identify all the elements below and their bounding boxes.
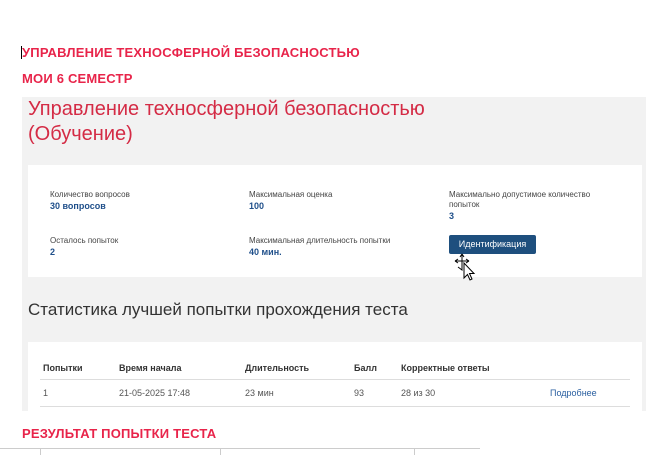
max-duration-field: Максимальная длительность попытки 40 мин…	[249, 236, 390, 258]
test-info-card: Количество вопросов 30 вопросов Максимал…	[28, 165, 642, 277]
questions-count-label: Количество вопросов	[50, 190, 130, 199]
cell-score: 93	[354, 388, 365, 398]
identification-button[interactable]: Идентификация	[449, 235, 536, 254]
max-score-value: 100	[249, 201, 265, 211]
column-header-score: Балл	[354, 363, 377, 373]
questions-count-value: 30 вопросов	[50, 201, 106, 211]
column-header-attempts: Попытки	[43, 363, 83, 373]
table-column-divider	[414, 449, 415, 455]
column-header-start-time: Время начала	[119, 363, 182, 373]
table-header-divider	[40, 379, 630, 380]
details-link[interactable]: Подробнее	[550, 388, 597, 398]
questions-count-field: Количество вопросов 30 вопросов	[50, 190, 130, 212]
max-attempts-field: Максимально допустимое количество попыто…	[449, 190, 619, 222]
cell-duration: 23 мин	[245, 388, 274, 398]
remaining-attempts-field: Осталось попыток 2	[50, 236, 118, 258]
remaining-attempts-value: 2	[50, 247, 56, 257]
best-attempt-table: Попытки Время начала Длительность Балл К…	[28, 342, 642, 411]
column-header-duration: Длительность	[245, 363, 310, 373]
max-score-label: Максимальная оценка	[249, 190, 333, 199]
move-cursor-icon	[454, 253, 476, 281]
course-title-line2: (Обучение)	[28, 123, 133, 145]
max-attempts-value: 3	[449, 211, 455, 221]
cell-correct-answers: 28 из 30	[401, 388, 436, 398]
cell-attempt-number: 1	[43, 388, 49, 398]
max-duration-value: 40 мин.	[249, 247, 282, 257]
column-header-correct-answers: Корректные ответы	[401, 363, 490, 373]
course-title: Управление техносферной безопасностью (О…	[28, 97, 425, 147]
table-row-divider	[40, 406, 630, 407]
document-heading-course: УПРАВЛЕНИЕ ТЕХНОСФЕРНОЙ БЕЗОПАСНОСТЬЮ	[22, 45, 360, 60]
embedded-screenshot: Управление техносферной безопасностью (О…	[22, 97, 646, 411]
max-duration-label: Максимальная длительность попытки	[249, 236, 391, 245]
cell-start-time: 21-05-2025 17:48	[119, 388, 191, 398]
document-heading-semester: МОИ 6 СЕМЕСТР	[22, 71, 133, 86]
table-column-divider	[40, 449, 41, 455]
remaining-attempts-label: Осталось попыток	[50, 236, 119, 245]
table-column-divider	[220, 449, 221, 455]
max-score-field: Максимальная оценка 100	[249, 190, 332, 212]
max-attempts-label: Максимально допустимое количество попыто…	[449, 190, 591, 209]
stats-title: Статистика лучшей попытки прохождения те…	[28, 300, 408, 319]
course-title-line1: Управление техносферной безопасностью	[28, 98, 425, 120]
document-heading-result: РЕЗУЛЬТАТ ПОПЫТКИ ТЕСТА	[22, 426, 217, 441]
